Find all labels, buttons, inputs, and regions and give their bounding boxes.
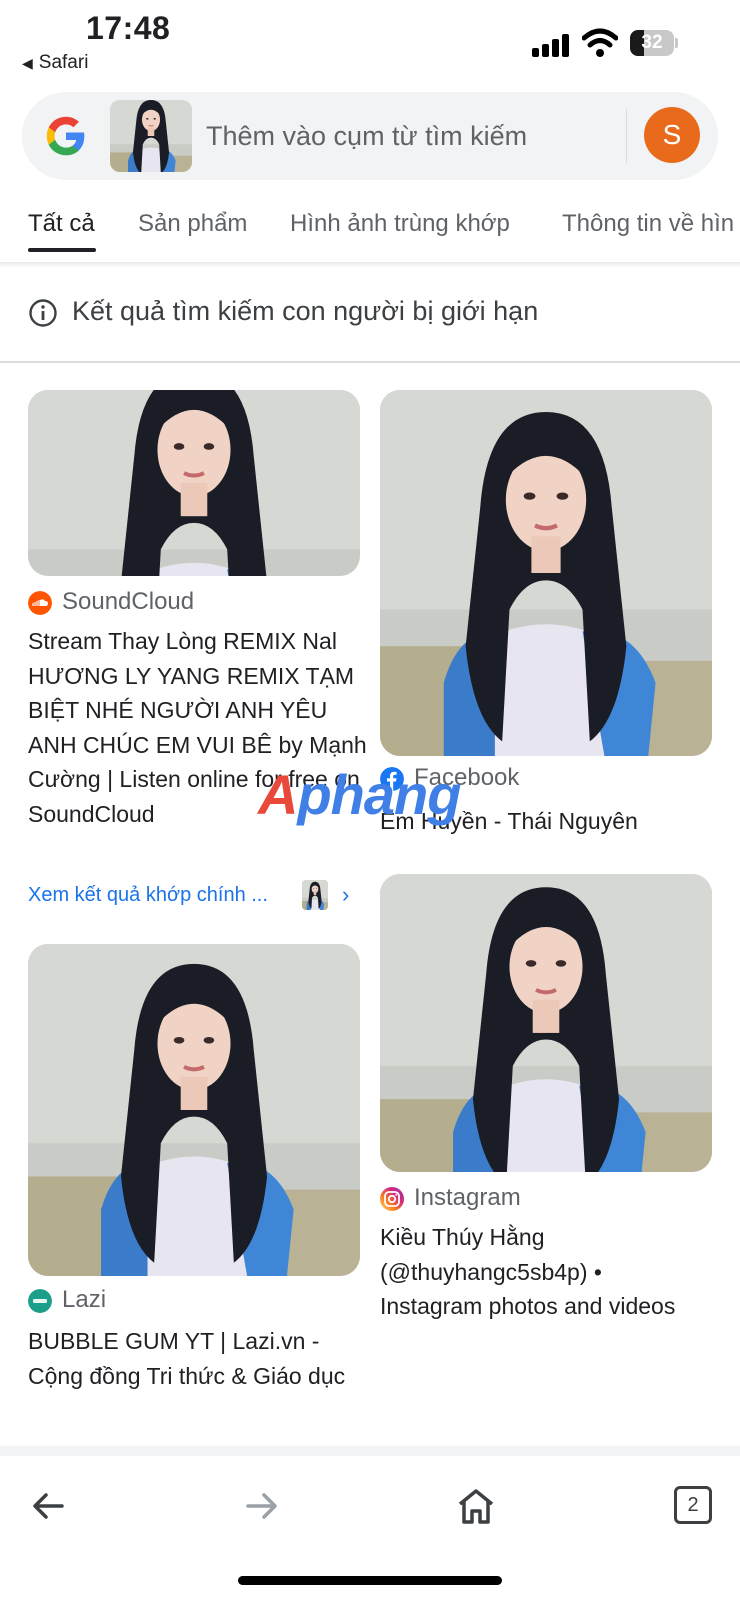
cellular-signal-icon [532, 33, 572, 57]
query-image-thumbnail[interactable] [110, 100, 192, 172]
divider [0, 361, 740, 363]
battery-level: 32 [641, 32, 663, 53]
search-divider [626, 108, 627, 164]
query-image [110, 100, 192, 172]
status-time: 17:48 [86, 10, 171, 46]
source-name: Lazi [62, 1286, 107, 1313]
notice-text: Kết quả tìm kiếm con người bị giới hạn [72, 296, 539, 326]
back-arrow-icon[interactable] [24, 1482, 72, 1530]
result-source-soundcloud[interactable]: SoundCloud [28, 588, 328, 618]
lazi-icon [28, 1289, 52, 1313]
status-bar: 17:48 ◀ Safari 32 [0, 0, 740, 86]
tab-products[interactable]: Sản phẩm [138, 210, 247, 238]
home-icon[interactable] [452, 1482, 500, 1530]
filter-tabs: Tất cả Sản phẩm Hình ảnh trùng khớp Thôn… [0, 196, 740, 262]
match-link-text: Xem kết quả khớp chính ... [28, 884, 268, 906]
match-thumbnail [302, 880, 328, 910]
back-to-app-link[interactable]: ◀ Safari [22, 52, 88, 74]
account-avatar[interactable]: S [644, 107, 700, 163]
watermark-part2: phang [297, 763, 461, 826]
result-image-instagram[interactable] [380, 874, 712, 1172]
home-indicator [238, 1576, 502, 1585]
search-bar: S [22, 92, 718, 180]
wifi-icon [582, 28, 618, 57]
result-image-lazi[interactable] [28, 944, 360, 1276]
result-image-facebook[interactable] [380, 390, 712, 756]
forward-arrow-icon[interactable] [238, 1482, 286, 1530]
watermark-logo: Aphang [258, 762, 461, 827]
google-logo-icon[interactable] [44, 114, 88, 158]
tabs-shadow [0, 262, 740, 268]
result-title-instagram[interactable]: Kiều Thúy Hằng (@thuyhangc5sb4p) • Insta… [380, 1220, 680, 1324]
tab-exact-matches[interactable]: Hình ảnh trùng khớp [290, 210, 510, 238]
search-input[interactable] [206, 114, 606, 158]
view-exact-match-link[interactable]: Xem kết quả khớp chính ... › [28, 880, 358, 914]
back-app-label: Safari [38, 52, 89, 73]
soundcloud-icon [28, 591, 52, 615]
source-name: Instagram [414, 1184, 521, 1211]
info-icon [29, 299, 57, 327]
toolbar-separator [0, 1446, 740, 1456]
result-title-lazi[interactable]: BUBBLE GUM YT | Lazi.vn - Cộng đồng Tri … [28, 1324, 368, 1393]
result-image-soundcloud[interactable] [28, 390, 360, 576]
result-source-instagram[interactable]: Instagram [380, 1184, 680, 1214]
battery-icon: 32 [630, 30, 678, 56]
watermark-part1: A [258, 763, 298, 826]
active-tab-indicator [28, 248, 96, 252]
source-name: SoundCloud [62, 588, 195, 615]
tabs-icon[interactable]: 2 [674, 1486, 712, 1524]
limited-results-notice: Kết quả tìm kiếm con người bị giới hạn [0, 270, 740, 362]
back-triangle-icon: ◀ [22, 55, 33, 71]
chevron-right-icon: › [342, 882, 350, 907]
tab-all[interactable]: Tất cả [28, 210, 95, 238]
result-source-lazi[interactable]: Lazi [28, 1286, 328, 1316]
instagram-icon [380, 1187, 404, 1211]
tab-about-image[interactable]: Thông tin về hìn [562, 210, 734, 238]
